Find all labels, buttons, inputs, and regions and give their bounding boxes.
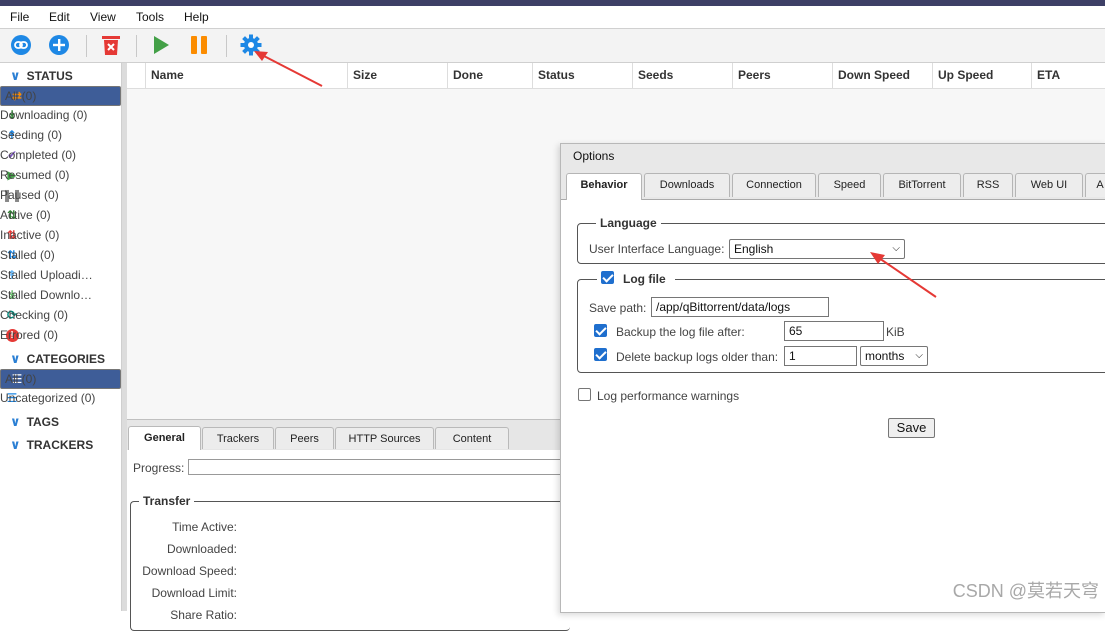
watermark: CSDN @莫若天穹	[952, 581, 1099, 601]
annotation-arrow-head	[870, 252, 885, 264]
annotation-arrow-line	[878, 257, 937, 298]
annotation-arrows	[254, 51, 937, 298]
annotation-arrow-line	[261, 54, 323, 87]
